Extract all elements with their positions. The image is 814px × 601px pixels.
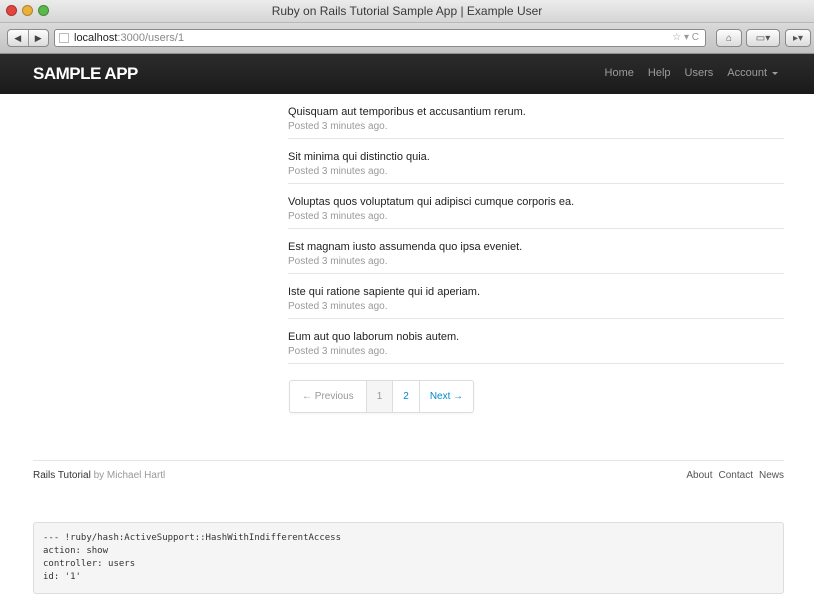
micropost-item: Voluptas quos voluptatum qui adipisci cu… <box>288 184 784 229</box>
micropost-timestamp: Posted 3 minutes ago. <box>288 211 388 222</box>
footer-about-link[interactable]: About <box>686 470 712 481</box>
micropost-item: Est magnam iusto assumenda quo ipsa even… <box>288 229 784 274</box>
page-link-current: 1 <box>365 381 393 412</box>
micropost-timestamp: Posted 3 minutes ago. <box>288 301 388 312</box>
address-bar[interactable]: localhost:3000/users/1 ☆ ▾ C <box>54 29 706 47</box>
micropost-content: Iste qui ratione sapiente qui id aperiam… <box>288 286 481 298</box>
nav-links: Home Help Users Account <box>605 67 778 79</box>
micropost-content: Est magnam iusto assumenda quo ipsa even… <box>288 241 523 253</box>
footer-credit: Rails Tutorial by Michael Hartl <box>33 470 165 481</box>
browser-toolbar: ◀ ▶ localhost:3000/users/1 ☆ ▾ C ⌂ ▭▾ ▸▾ <box>0 23 814 54</box>
micropost-timestamp: Posted 3 minutes ago. <box>288 121 388 132</box>
back-forward-buttons: ◀ ▶ <box>7 29 49 47</box>
back-arrow-icon[interactable]: ◀ <box>8 30 29 46</box>
debug-params: --- !ruby/hash:ActiveSupport::HashWithIn… <box>33 522 784 594</box>
forward-arrow-icon[interactable]: ▶ <box>29 30 49 46</box>
bookmark-star-icon[interactable]: ☆ ▾ C <box>672 30 699 46</box>
window-titlebar: Ruby on Rails Tutorial Sample App | Exam… <box>0 0 814 23</box>
debug-line: id: '1' <box>43 572 81 582</box>
bookmarks-icon[interactable]: ▭▾ <box>746 29 780 47</box>
page-favicon-icon <box>59 33 69 43</box>
footer: Rails Tutorial by Michael Hartl About Co… <box>33 460 784 491</box>
micropost-content: Voluptas quos voluptatum qui adipisci cu… <box>288 196 575 208</box>
url-host: localhost <box>74 32 118 44</box>
home-icon[interactable]: ⌂ <box>716 29 742 47</box>
author-credit[interactable]: by Michael Hartl <box>94 470 166 481</box>
nav-home-link[interactable]: Home <box>605 67 634 79</box>
micropost-item: Iste qui ratione sapiente qui id aperiam… <box>288 274 784 319</box>
micropost-content: Quisquam aut temporibus et accusantium r… <box>288 106 526 118</box>
window-title: Ruby on Rails Tutorial Sample App | Exam… <box>271 4 543 18</box>
nav-help-link[interactable]: Help <box>648 67 671 79</box>
micropost-timestamp: Posted 3 minutes ago. <box>288 346 388 357</box>
rails-tutorial-link[interactable]: Rails Tutorial <box>33 470 91 481</box>
previous-page-link: ← Previous <box>302 391 354 402</box>
micropost-timestamp: Posted 3 minutes ago. <box>288 256 388 267</box>
page-link[interactable]: 2 <box>392 381 419 412</box>
micropost-timestamp: Posted 3 minutes ago. <box>288 166 388 177</box>
footer-news-link[interactable]: News <box>759 470 784 481</box>
micropost-list: Quisquam aut temporibus et accusantium r… <box>288 94 784 364</box>
debug-line: --- !ruby/hash:ActiveSupport::HashWithIn… <box>43 533 342 543</box>
micropost-item: Eum aut quo laborum nobis autem. Posted … <box>288 319 784 364</box>
micropost-content: Eum aut quo laborum nobis autem. <box>288 331 460 343</box>
app-navbar: Sample App Home Help Users Account <box>0 54 814 94</box>
debug-line: controller: users <box>43 559 136 569</box>
micropost-item: Quisquam aut temporibus et accusantium r… <box>288 94 784 139</box>
caret-down-icon <box>772 71 778 75</box>
nav-users-link[interactable]: Users <box>685 67 714 79</box>
logo[interactable]: Sample App <box>33 64 138 84</box>
footer-links: About Contact News <box>686 470 784 481</box>
url-text: localhost:3000/users/1 <box>74 30 184 46</box>
micropost-content: Sit minima qui distinctio quia. <box>288 151 430 163</box>
nav-account-dropdown[interactable]: Account <box>727 67 778 79</box>
footer-contact-link[interactable]: Contact <box>719 470 753 481</box>
nav-account-label: Account <box>727 67 767 79</box>
url-path: :3000/users/1 <box>117 32 185 44</box>
micropost-item: Sit minima qui distinctio quia. Posted 3… <box>288 139 784 184</box>
tools-icon[interactable]: ▸▾ <box>785 29 811 47</box>
pagination: ← Previous 1 2 Next → <box>289 380 475 413</box>
debug-line: action: show <box>43 546 109 556</box>
next-page-link[interactable]: Next → <box>418 381 473 412</box>
reload-icon[interactable]: C <box>692 32 699 43</box>
